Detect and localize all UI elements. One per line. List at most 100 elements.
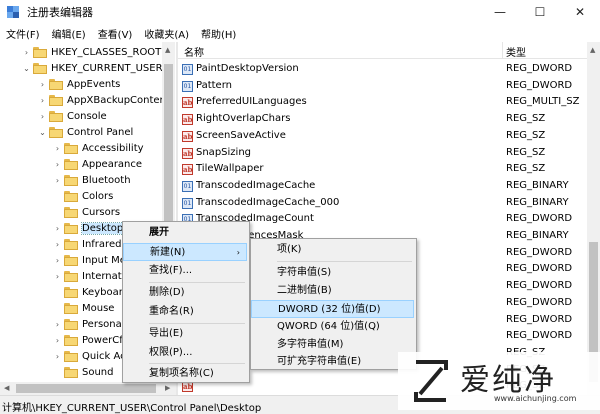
value-row[interactable]: 01 TranscodedImageCache REG_BINARY [178, 178, 600, 195]
context-menu-item[interactable]: 复制项名称(C) [123, 365, 247, 383]
scroll-up-arrow-icon[interactable]: ▲ [165, 46, 170, 54]
menu-favorites[interactable]: 收藏夹(A) [138, 26, 195, 41]
expand-chevron-icon[interactable]: › [38, 96, 47, 105]
submenu-item-label: QWORD (64 位)值(Q) [277, 321, 380, 332]
expand-chevron-icon[interactable]: › [53, 256, 62, 265]
tree-item[interactable]: › AppXBackupConter [38, 92, 164, 108]
value-row[interactable]: ab ScreenSaveActive REG_SZ [178, 128, 600, 145]
context-menu-item[interactable]: 新建(N) › [123, 243, 247, 261]
menu-edit[interactable]: 编辑(E) [46, 26, 92, 41]
tree-item[interactable]: › Personal [53, 316, 125, 332]
submenu-item[interactable]: QWORD (64 位)值(Q) [251, 318, 414, 336]
expand-chevron-icon[interactable]: › [53, 352, 62, 361]
expand-chevron-icon[interactable]: › [38, 112, 47, 121]
value-type: REG_SZ [506, 146, 546, 158]
tree-item[interactable]: Keyboar [53, 284, 123, 300]
expand-chevron-icon[interactable]: › [53, 320, 62, 329]
scroll-right-arrow-icon[interactable]: ▶ [165, 384, 170, 392]
close-button[interactable]: ✕ [560, 0, 600, 24]
submenu-item[interactable]: 字符串值(S) [251, 264, 414, 282]
menu-view[interactable]: 查看(V) [92, 26, 139, 41]
tree-item[interactable]: › Desktop [53, 220, 125, 236]
tree-item[interactable]: Sound [53, 364, 114, 380]
expand-chevron-icon[interactable]: › [53, 224, 62, 233]
list-header: 名称 类型 [178, 42, 600, 59]
tree-item[interactable]: Cursors [53, 204, 120, 220]
context-menu-item[interactable]: 权限(P)... [123, 344, 247, 362]
collapse-chevron-icon[interactable]: ⌄ [38, 128, 47, 137]
tree-item[interactable]: ⌄ HKEY_CURRENT_USER [22, 60, 163, 76]
value-type: REG_DWORD [506, 213, 573, 225]
string-value-icon: ab [182, 97, 193, 109]
value-row[interactable]: 01 PaintDesktopVersion REG_DWORD [178, 61, 600, 78]
submenu-item[interactable]: DWORD (32 位)值(D) [251, 300, 414, 318]
tree-item-label: HKEY_CLASSES_ROOT [51, 46, 162, 58]
tree-item[interactable]: › Accessibility [53, 140, 144, 156]
registry-editor-icon [6, 5, 20, 19]
expand-chevron-icon[interactable]: › [53, 176, 62, 185]
expand-chevron-icon[interactable]: › [53, 240, 62, 249]
value-row[interactable]: ab TileWallpaper REG_SZ [178, 161, 600, 178]
value-row[interactable]: 01 Pattern REG_DWORD [178, 78, 600, 95]
list-vertical-scrollbar[interactable]: ▲ [587, 42, 600, 395]
minimize-button[interactable]: — [480, 0, 520, 24]
maximize-button[interactable]: ☐ [520, 0, 560, 24]
tree-item[interactable]: Colors [53, 188, 113, 204]
scroll-left-arrow-icon[interactable]: ◀ [4, 384, 9, 392]
binary-value-icon: 01 [182, 197, 193, 209]
tree-item[interactable]: ⌄ Control Panel [38, 124, 133, 140]
tree-item[interactable]: › Console [38, 108, 107, 124]
submenu-item[interactable]: 多字符串值(M) [251, 336, 414, 354]
menu-file[interactable]: 文件(F) [0, 26, 46, 41]
value-row[interactable]: ab PreferredUILanguages REG_MULTI_SZ [178, 94, 600, 111]
expand-chevron-icon[interactable]: › [38, 80, 47, 89]
submenu-item[interactable]: 可扩充字符串值(E) [251, 353, 414, 371]
tree-item[interactable]: › Appearance [53, 156, 142, 172]
tree-item[interactable]: › Input Me [53, 252, 126, 268]
tree-item[interactable]: › HKEY_CLASSES_ROOT [22, 44, 161, 60]
column-divider[interactable] [502, 42, 503, 58]
value-row[interactable]: ab RightOverlapChars REG_SZ [178, 111, 600, 128]
tree-item[interactable]: › Bluetooth [53, 172, 131, 188]
submenu-item[interactable]: 二进制值(B) [251, 282, 414, 300]
tree-item[interactable]: › Quick Ac [53, 348, 126, 364]
menu-separator [149, 323, 245, 324]
tree-item[interactable]: › AppEvents [38, 76, 120, 92]
tree-item[interactable]: › Internati [53, 268, 124, 284]
tree-horizontal-scrollbar[interactable]: ◀ ▶ [0, 382, 176, 395]
submenu-item-label: 字符串值(S) [277, 267, 332, 278]
menu-help[interactable]: 帮助(H) [195, 26, 242, 41]
tree-hscroll-thumb[interactable] [16, 384, 156, 393]
tree-item[interactable]: › PowerCf [53, 332, 123, 348]
folder-icon [64, 350, 78, 362]
expand-chevron-icon[interactable]: › [22, 48, 31, 57]
context-menu-item[interactable]: 导出(E) [123, 325, 247, 343]
column-header-type[interactable]: 类型 [506, 44, 526, 59]
value-row[interactable]: ab SnapSizing REG_SZ [178, 145, 600, 162]
context-menu-item[interactable]: 查找(F)... [123, 262, 247, 280]
expand-chevron-icon[interactable]: › [53, 272, 62, 281]
submenu-item[interactable]: 项(K) [251, 241, 414, 259]
context-menu-item-label: 展开 [149, 227, 169, 238]
expand-chevron-icon[interactable]: › [53, 160, 62, 169]
value-name: RightOverlapChars [196, 113, 291, 125]
expand-chevron-icon[interactable]: › [53, 336, 62, 345]
tree-item-label: Mouse [82, 302, 115, 314]
folder-icon [33, 62, 47, 74]
context-menu-item-label: 导出(E) [149, 328, 184, 339]
context-menu-item[interactable]: 展开 [123, 224, 247, 242]
value-type: REG_BINARY [506, 179, 569, 191]
tree-item[interactable]: Mouse [53, 300, 114, 316]
expand-chevron-icon[interactable]: › [53, 144, 62, 153]
collapse-chevron-icon[interactable]: ⌄ [22, 64, 31, 73]
folder-icon [64, 238, 78, 250]
folder-icon [49, 110, 63, 122]
value-row[interactable]: 01 TranscodedImageCache_000 REG_BINARY [178, 195, 600, 212]
value-name: SnapSizing [196, 146, 251, 158]
scroll-up-arrow-icon[interactable]: ▲ [590, 46, 595, 54]
tree-item[interactable]: › Infrared [53, 236, 121, 252]
context-menu-item[interactable]: 删除(D) [123, 284, 247, 302]
column-header-name[interactable]: 名称 [184, 44, 204, 59]
binary-value-icon: 01 [182, 180, 193, 192]
context-menu-item[interactable]: 重命名(R) [123, 303, 247, 321]
